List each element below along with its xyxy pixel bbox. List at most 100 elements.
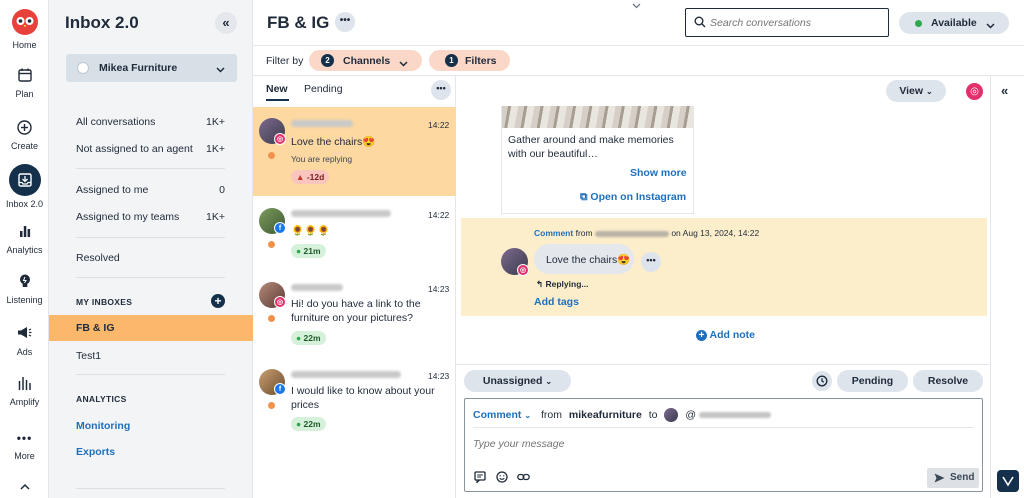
exports-link[interactable]: Exports (76, 446, 115, 458)
pending-button[interactable]: Pending (837, 370, 908, 392)
plus-circle-icon (17, 120, 33, 136)
reply-icon: ↰ (536, 279, 544, 289)
inbox-item-fb-ig[interactable]: FB & IG (49, 315, 253, 341)
channels-label: Channels (343, 55, 391, 67)
nav-ads[interactable]: Ads (0, 326, 49, 357)
conversation-preview: 🌻🌻🌻 (291, 225, 331, 237)
conversation-item[interactable]: ◎ 14:23 Hi! do you have a link to the fu… (253, 274, 456, 362)
check-circle-icon: ● (296, 333, 302, 343)
conversation-preview: Love the chairs😍 (291, 136, 376, 148)
divider (76, 488, 225, 489)
snooze-button[interactable] (812, 371, 832, 391)
chevron-down-icon (216, 64, 225, 76)
send-button[interactable]: Send (927, 468, 979, 488)
nav-collapse-button[interactable] (0, 478, 49, 494)
comment-type: Comment (534, 228, 574, 238)
sidebar-item-assigned-to-me[interactable]: Assigned to me 0 (76, 184, 225, 196)
filters-button[interactable]: 1 Filters (429, 50, 510, 71)
inbox-item-test1[interactable]: Test1 (76, 350, 101, 362)
redacted-username (698, 412, 771, 418)
redacted-username (291, 210, 391, 217)
send-label: Send (950, 472, 975, 483)
nav-label: Plan (15, 89, 34, 99)
send-icon (934, 473, 945, 486)
nav-label: Create (10, 141, 38, 151)
expand-panel-button[interactable]: « (1001, 83, 1008, 98)
inbox-options-button[interactable]: ••• (335, 12, 355, 32)
sidebar-item-all-conversations[interactable]: All conversations 1K+ (76, 116, 225, 128)
chevron-down-icon (399, 58, 408, 70)
emoji-icon[interactable] (496, 471, 508, 486)
double-chevron-left-icon: « (222, 15, 230, 30)
monitoring-link[interactable]: Monitoring (76, 420, 130, 432)
nav-amplify[interactable]: Amplify (0, 376, 49, 407)
instagram-icon: ◎ (274, 133, 286, 145)
reply-header: Comment ⌄ from mikeafurniture to @ (473, 408, 771, 422)
divider (76, 237, 225, 238)
nav-more[interactable]: ••• More (0, 430, 49, 461)
divider (456, 364, 990, 365)
post-image (502, 106, 693, 128)
left-nav: Home Plan Create Inbox 2.0 Analytics Lis… (0, 0, 49, 498)
link-icon[interactable] (517, 472, 530, 485)
unread-dot (268, 152, 275, 159)
bar-chart-icon (17, 224, 33, 240)
divider (76, 168, 225, 169)
analytics-heading: ANALYTICS (76, 394, 127, 404)
sidebar-item-resolved[interactable]: Resolved (76, 252, 225, 264)
resolve-button[interactable]: Resolve (913, 370, 983, 392)
org-selector[interactable]: Mikea Furniture (66, 54, 237, 82)
nav-plan[interactable]: Plan (0, 68, 49, 99)
nav-inbox[interactable]: Inbox 2.0 (0, 164, 49, 209)
warning-icon: ▲ (296, 172, 305, 182)
add-inbox-button[interactable]: + (211, 294, 225, 308)
tab-new[interactable]: New (266, 83, 288, 95)
more-icon: ••• (436, 83, 446, 93)
chevron-down-icon: ⌄ (925, 87, 933, 96)
recipient-avatar (664, 408, 679, 422)
channels-filter-button[interactable]: 2 Channels (309, 50, 422, 71)
redacted-username (291, 371, 401, 378)
show-more-link[interactable]: Show more (630, 167, 687, 179)
filters-label: Filters (465, 55, 497, 67)
add-tags-link[interactable]: Add tags (534, 296, 579, 308)
widget-logo-icon (1002, 476, 1014, 490)
collapse-sidebar-button[interactable]: « (215, 12, 237, 34)
message-input[interactable] (473, 435, 973, 452)
comment-block: Comment from on Aug 13, 2024, 14:22 ◎ Lo… (461, 218, 987, 316)
sidebar-item-count: 0 (219, 184, 225, 196)
sidebar-item-label: Assigned to my teams (76, 211, 180, 223)
search-input[interactable] (710, 14, 880, 31)
nav-home[interactable]: Home (0, 8, 49, 50)
saved-replies-icon[interactable] (474, 471, 486, 486)
open-instagram-link[interactable]: ⧉ Open on Instagram (580, 191, 686, 204)
list-options-button[interactable]: ••• (431, 80, 451, 100)
view-dropdown[interactable]: View ⌄ (886, 80, 946, 102)
conversation-item[interactable]: f 14:22 🌻🌻🌻 ● 21m (253, 200, 456, 272)
comment-options-button[interactable]: ••• (641, 252, 661, 272)
external-link-icon: ⧉ (580, 191, 588, 203)
reply-account: mikeafurniture (568, 408, 642, 421)
right-panel-collapsed: « (990, 76, 1024, 498)
chevron-down-icon: ⌄ (524, 410, 532, 420)
help-widget-button[interactable] (997, 470, 1019, 492)
add-note-link[interactable]: + Add note (696, 329, 755, 341)
sidebar-item-not-assigned[interactable]: Not assigned to an agent 1K+ (76, 143, 225, 155)
conversation-item[interactable]: f 14:23 I would like to know about your … (253, 364, 456, 452)
reply-type-dropdown[interactable]: Comment ⌄ (473, 409, 531, 421)
nav-analytics[interactable]: Analytics (0, 224, 49, 255)
conversation-item[interactable]: ◎ 14:22 Love the chairs😍 You are replyin… (253, 107, 456, 196)
nav-label: Amplify (9, 397, 40, 407)
nav-create[interactable]: Create (0, 120, 49, 151)
chevron-down-icon[interactable] (632, 0, 641, 12)
status-dropdown[interactable]: Available (899, 12, 1009, 34)
nav-label: Analytics (6, 245, 43, 255)
tab-pending[interactable]: Pending (304, 83, 343, 95)
search-box[interactable] (685, 8, 889, 37)
megaphone-icon (17, 326, 33, 342)
assign-dropdown[interactable]: Unassigned ⌄ (464, 370, 571, 392)
sidebar-item-assigned-to-teams[interactable]: Assigned to my teams 1K+ (76, 211, 225, 223)
post-card: Gather around and make memories with our… (501, 106, 694, 214)
facebook-icon: f (274, 222, 286, 234)
nav-listening[interactable]: Listening (0, 274, 49, 305)
